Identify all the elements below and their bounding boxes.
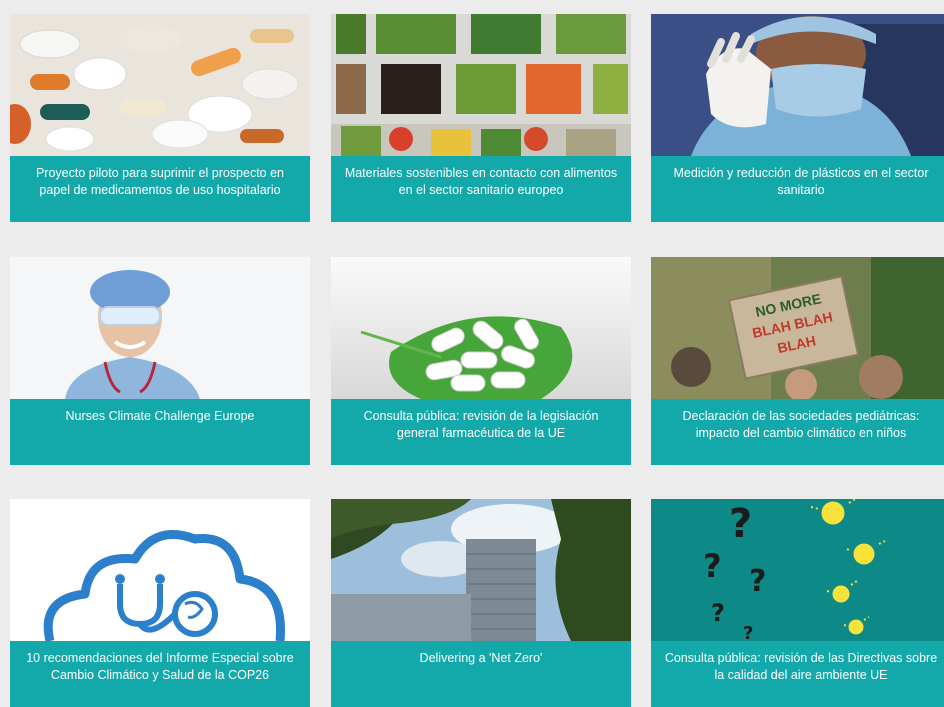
article-card-prospecto[interactable]: Proyecto piloto para suprimir el prospec… bbox=[10, 14, 310, 222]
question-lightbulbs-image: ? ? ? ? ? bbox=[651, 499, 944, 641]
article-card-plasticos[interactable]: Medición y reducción de plásticos en el … bbox=[651, 14, 944, 222]
card-title: Medición y reducción de plásticos en el … bbox=[651, 156, 944, 222]
article-card-consulta-farmaceutica[interactable]: Consulta pública: revisión de la legisla… bbox=[331, 257, 631, 465]
svg-text:?: ? bbox=[743, 623, 753, 641]
article-card-net-zero[interactable]: Delivering a 'Net Zero' bbox=[331, 499, 631, 707]
card-title: Materiales sostenibles en contacto con a… bbox=[331, 156, 631, 222]
svg-text:?: ? bbox=[749, 564, 766, 599]
cloud-stethoscope-icon bbox=[10, 499, 310, 641]
article-card-consulta-aire[interactable]: ? ? ? ? ? Consulta pública: revisión de … bbox=[651, 499, 944, 707]
svg-text:?: ? bbox=[729, 501, 752, 547]
article-card-nurses[interactable]: Nurses Climate Challenge Europe bbox=[10, 257, 310, 465]
article-card-cop26[interactable]: 10 recomendaciones del Informe Especial … bbox=[10, 499, 310, 707]
pills-image bbox=[10, 14, 310, 156]
nurse-image bbox=[10, 257, 310, 399]
svg-text:?: ? bbox=[703, 547, 722, 585]
card-title: Nurses Climate Challenge Europe bbox=[10, 399, 310, 465]
svg-text:?: ? bbox=[711, 599, 725, 627]
pills-on-leaf-image bbox=[331, 257, 631, 399]
card-title: Consulta pública: revisión de la legisla… bbox=[331, 399, 631, 465]
card-title: 10 recomendaciones del Informe Especial … bbox=[10, 641, 310, 707]
food-bowls-image bbox=[331, 14, 631, 156]
surgeon-mask-image bbox=[651, 14, 944, 156]
office-building-image bbox=[331, 499, 631, 641]
article-card-materiales[interactable]: Materiales sostenibles en contacto con a… bbox=[331, 14, 631, 222]
card-title: Proyecto piloto para suprimir el prospec… bbox=[10, 156, 310, 222]
card-title: Consulta pública: revisión de las Direct… bbox=[651, 641, 944, 707]
card-title: Delivering a 'Net Zero' bbox=[331, 641, 631, 707]
protest-sign-image: NO MORE BLAH BLAH BLAH bbox=[651, 257, 944, 399]
article-card-declaracion-pediatricas[interactable]: NO MORE BLAH BLAH BLAH Declaración de la… bbox=[651, 257, 944, 465]
article-grid: Proyecto piloto para suprimir el prospec… bbox=[0, 0, 944, 707]
card-title: Declaración de las sociedades pediátrica… bbox=[651, 399, 944, 465]
